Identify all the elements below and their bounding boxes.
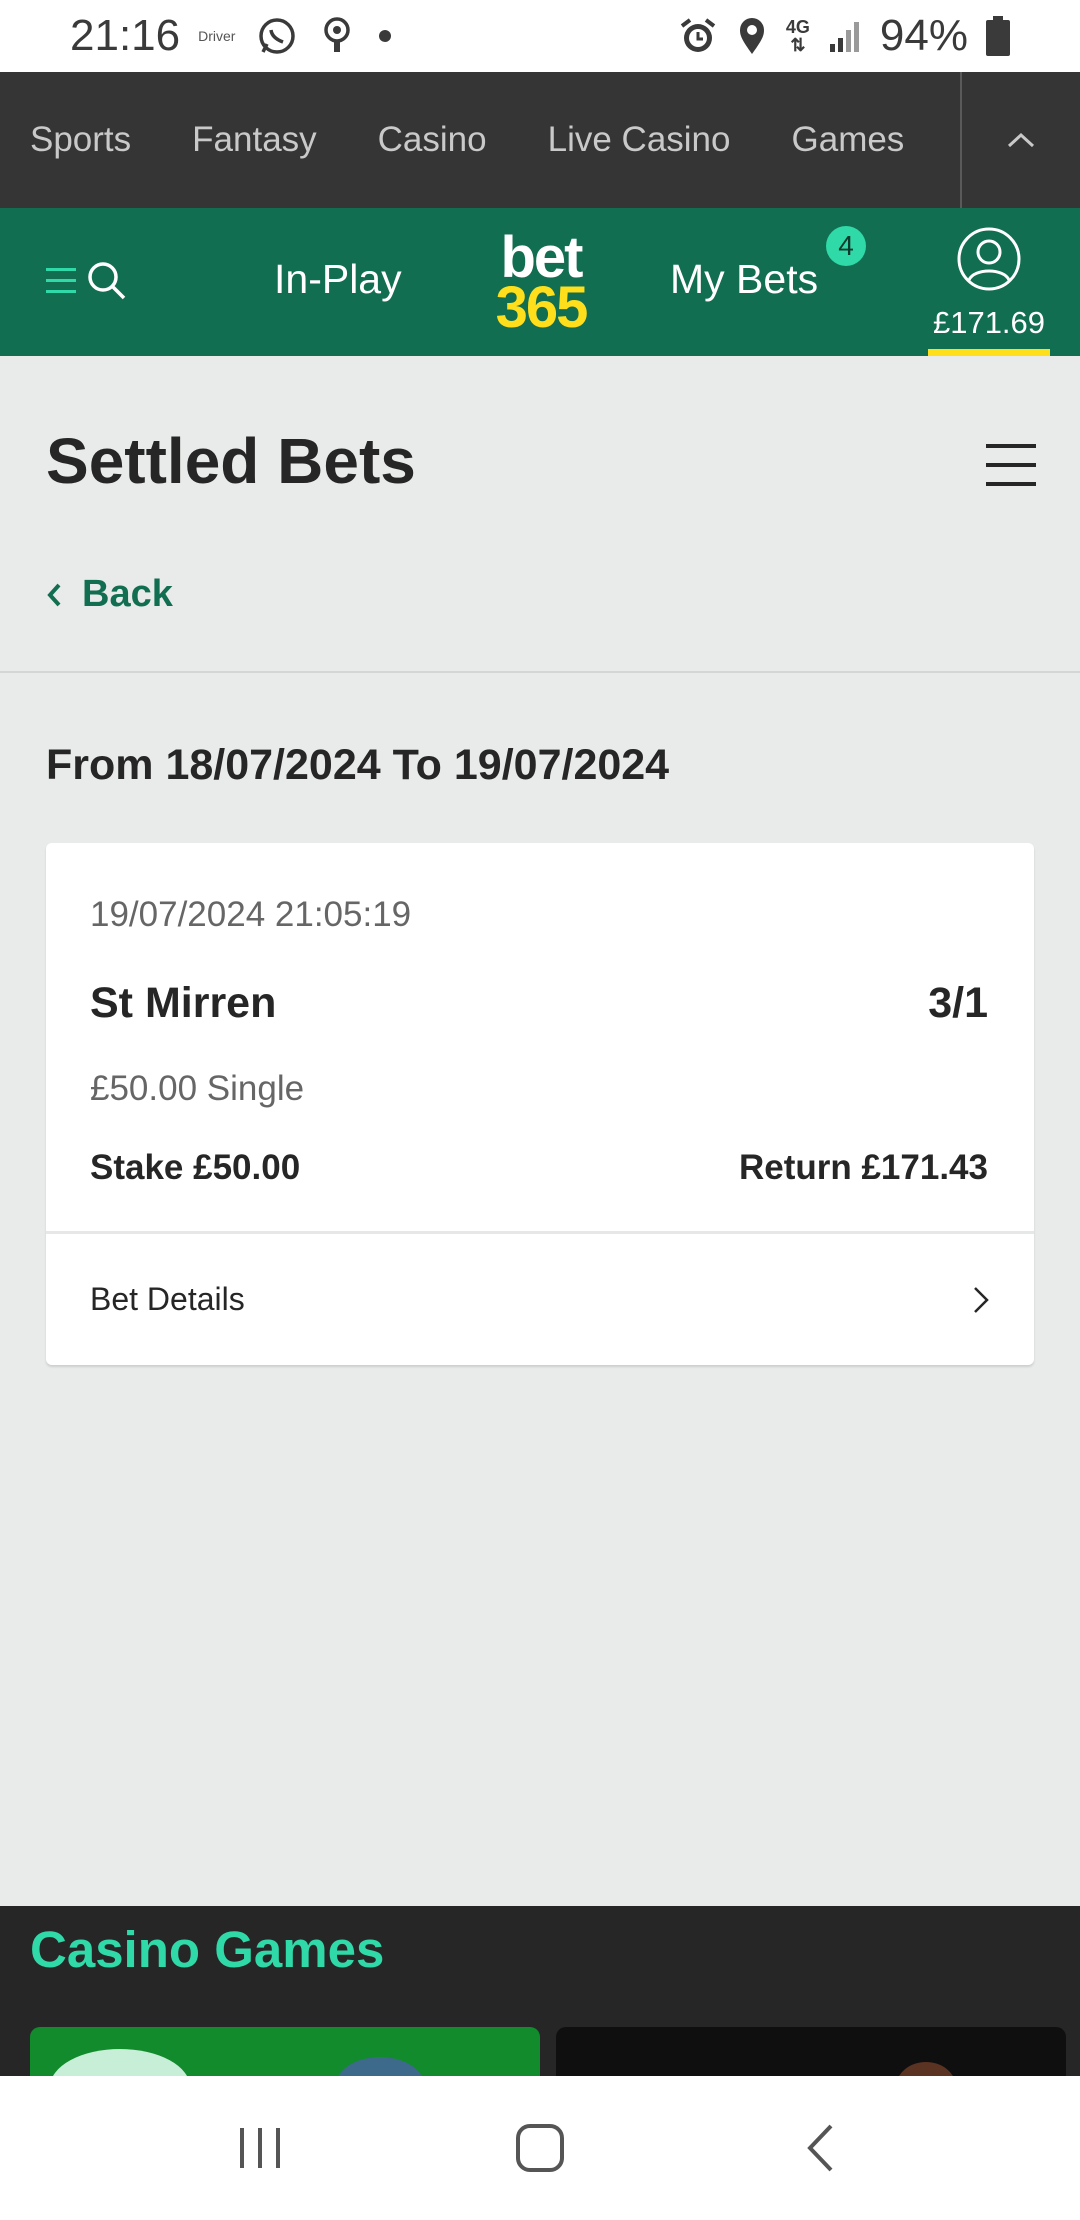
system-navigation-bar bbox=[0, 2076, 1080, 2220]
location-pin-icon bbox=[321, 16, 353, 56]
signal-icon bbox=[828, 18, 862, 54]
in-play-link[interactable]: In-Play bbox=[274, 256, 402, 303]
date-range-heading: From 18/07/2024 To 19/07/2024 bbox=[46, 741, 670, 789]
casino-game-tile[interactable] bbox=[30, 2027, 540, 2076]
top-nav-casino[interactable]: Casino bbox=[378, 120, 487, 160]
top-nav-live-casino[interactable]: Live Casino bbox=[548, 120, 731, 160]
chevron-up-icon bbox=[1007, 132, 1035, 148]
location-icon bbox=[736, 16, 768, 56]
back-label: Back bbox=[82, 573, 173, 615]
back-nav-button[interactable] bbox=[770, 2098, 870, 2198]
status-driver-label: Driver bbox=[198, 28, 236, 44]
main-header: In-Play bet 365 My Bets £171.69 bbox=[0, 208, 1080, 356]
casino-games-title[interactable]: Casino Games bbox=[30, 1920, 384, 1979]
back-arrow-icon bbox=[807, 2124, 833, 2172]
top-nav-games[interactable]: Games bbox=[792, 120, 905, 160]
network-label: 4G bbox=[785, 17, 810, 37]
back-button[interactable]: Back bbox=[46, 573, 173, 616]
settled-bet-card: 19/07/2024 21:05:19 St Mirren 3/1 £50.00… bbox=[46, 843, 1034, 1365]
bet365-logo[interactable]: bet 365 bbox=[486, 229, 596, 340]
recent-apps-icon bbox=[240, 2128, 280, 2168]
bet-stake: Stake £50.00 bbox=[90, 1148, 301, 1187]
search-icon bbox=[88, 262, 126, 300]
chevron-left-icon bbox=[47, 583, 61, 606]
battery-icon bbox=[986, 16, 1010, 56]
top-nav-fantasy[interactable]: Fantasy bbox=[192, 120, 317, 160]
home-icon bbox=[516, 2124, 564, 2172]
my-bets-count-badge: 4 bbox=[826, 226, 866, 266]
bet-type: £50.00 Single bbox=[90, 1069, 305, 1108]
bet-odds: 3/1 bbox=[928, 979, 988, 1027]
sports-top-nav: Sports Fantasy Casino Live Casino Games bbox=[0, 72, 1080, 208]
whatsapp-icon bbox=[257, 16, 297, 56]
game-thumbnail-icon bbox=[899, 2062, 953, 2076]
status-time: 21:16 bbox=[70, 11, 181, 60]
casino-games-section: Casino Games bbox=[0, 1906, 1080, 2076]
bet-datetime: 19/07/2024 21:05:19 bbox=[90, 895, 412, 934]
bet-return: Return £171.43 bbox=[738, 1148, 988, 1187]
account-balance: £171.69 bbox=[932, 305, 1046, 340]
game-thumbnail-icon bbox=[53, 2049, 422, 2076]
bet-details-label: Bet Details bbox=[90, 1281, 245, 1317]
menu-search-button[interactable] bbox=[46, 260, 128, 302]
alarm-icon bbox=[678, 16, 718, 56]
collapse-nav-button[interactable] bbox=[962, 72, 1080, 208]
my-bets-link[interactable]: My Bets bbox=[670, 256, 818, 303]
bet-details-row[interactable]: Bet Details bbox=[46, 1234, 1034, 1365]
logo-text-bottom: 365 bbox=[495, 275, 589, 340]
top-nav-sports[interactable]: Sports bbox=[30, 120, 131, 160]
page-title: Settled Bets bbox=[46, 425, 416, 497]
account-button[interactable]: £171.69 bbox=[928, 226, 1050, 356]
bet-selection: St Mirren bbox=[90, 979, 277, 1027]
hamburger-menu-icon bbox=[46, 268, 76, 293]
section-divider bbox=[0, 671, 1080, 673]
chevron-right-icon bbox=[974, 1286, 989, 1313]
user-account-icon bbox=[957, 227, 1021, 291]
home-button[interactable] bbox=[490, 2098, 590, 2198]
settled-bets-menu-button[interactable] bbox=[986, 442, 1036, 493]
account-active-underline bbox=[928, 349, 1050, 356]
dot-icon bbox=[377, 28, 393, 44]
recent-apps-button[interactable] bbox=[210, 2098, 310, 2198]
casino-game-tile[interactable] bbox=[556, 2027, 1066, 2076]
status-bar: 21:16 Driver 4G ⇅ 94% bbox=[0, 0, 1080, 72]
network-4g-icon: 4G ⇅ bbox=[785, 17, 810, 55]
hamburger-menu-icon bbox=[986, 444, 1036, 486]
battery-percent: 94% bbox=[879, 11, 968, 60]
